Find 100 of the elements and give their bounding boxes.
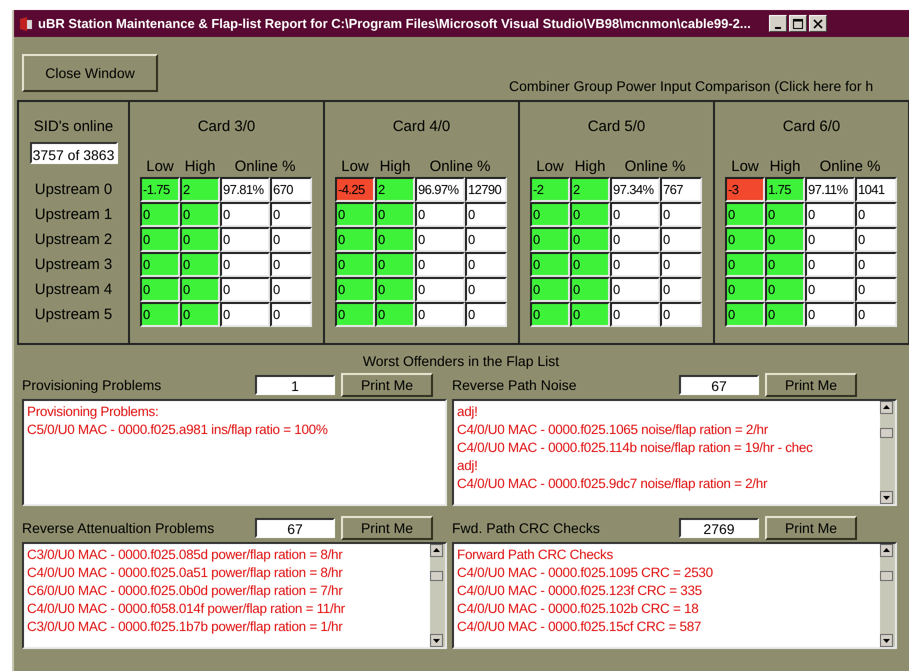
- high-level-cell: 0: [180, 252, 220, 277]
- count-cell: 0: [465, 227, 507, 252]
- column-header: High: [768, 158, 802, 175]
- close-button[interactable]: [808, 15, 827, 32]
- print-button[interactable]: Print Me: [341, 516, 433, 540]
- high-level-cell: 0: [570, 252, 610, 277]
- low-level-cell: 0: [530, 202, 570, 227]
- high-level-cell: 0: [375, 277, 415, 302]
- list-line: C4/0/U0 MAC - 0000.f025.1095 CRC = 2530: [457, 564, 714, 582]
- high-level-cell: 0: [570, 227, 610, 252]
- upstream-label: Upstream 0: [34, 180, 112, 200]
- high-level-cell: 0: [375, 227, 415, 252]
- online-percent-cell: 0: [805, 277, 855, 302]
- upstream-label: Upstream 5: [34, 305, 112, 325]
- minimize-icon: [774, 26, 781, 28]
- scroll-thumb[interactable]: [430, 571, 443, 581]
- list-line: C3/0/U0 MAC - 0000.f025.1b7b power/flap ration = 1/hr: [27, 618, 344, 636]
- online-percent-cell: 97.81%: [220, 177, 270, 202]
- count-cell: 0: [465, 277, 507, 302]
- scrollbar[interactable]: [430, 544, 445, 647]
- online-percent-cell: 0: [610, 252, 660, 277]
- online-percent-cell: 0: [220, 277, 270, 302]
- flap-list[interactable]: [22, 542, 447, 649]
- online-percent-cell: 0: [610, 277, 660, 302]
- scroll-down-icon[interactable]: [880, 491, 893, 504]
- column-header: Low: [730, 158, 760, 175]
- high-level-cell: 2: [570, 177, 610, 202]
- low-level-cell: -2: [530, 177, 570, 202]
- scrollbar[interactable]: [880, 401, 895, 504]
- scroll-thumb[interactable]: [880, 428, 893, 438]
- upstream-label: Upstream 3: [34, 255, 112, 275]
- count-cell: 0: [270, 277, 312, 302]
- scroll-down-icon[interactable]: [430, 634, 443, 647]
- low-level-cell: 0: [530, 227, 570, 252]
- count-cell: 0: [660, 252, 702, 277]
- column-header: High: [378, 158, 412, 175]
- print-button[interactable]: Print Me: [765, 373, 857, 397]
- online-percent-cell: 0: [805, 252, 855, 277]
- scroll-thumb[interactable]: [880, 571, 893, 581]
- high-level-cell: 0: [570, 277, 610, 302]
- list-line: C5/0/U0 MAC - 0000.f025.a981 ins/flap ratio = 100%: [27, 421, 329, 439]
- upstream-label: Upstream 4: [34, 280, 112, 300]
- low-level-cell: 0: [530, 302, 570, 327]
- high-level-cell: 0: [765, 227, 805, 252]
- low-level-cell: 0: [140, 202, 180, 227]
- column-header: High: [574, 158, 606, 175]
- combiner-link[interactable]: Combiner Group Power Input Comparison (Click here for h: [509, 78, 874, 94]
- column-header: Low: [340, 158, 370, 175]
- online-percent-cell: 0: [220, 252, 270, 277]
- low-level-cell: 0: [335, 202, 375, 227]
- low-level-cell: -4.25: [335, 177, 375, 202]
- column-header: Low: [535, 158, 565, 175]
- low-level-cell: 0: [725, 227, 765, 252]
- sids-field: 3757 of 3863: [30, 142, 118, 164]
- count-field: 1: [255, 375, 335, 395]
- flap-list[interactable]: adj! C4/0/U0 MAC - 0000.f025.1065 noise/flap ration = 2/hr C4/0/U0 MAC - 0000.f025.114b noise/flap ration = 19/hr - chec adj! C4/0/U0 MAC - 0000.f025.9dc7 noise/flap ration = 2/hr: [452, 399, 897, 506]
- high-level-cell: 0: [180, 227, 220, 252]
- upstream-label: Upstream 1: [34, 205, 112, 225]
- list-line: Forward Path CRC Checks: [457, 546, 614, 564]
- scroll-up-icon[interactable]: [880, 401, 893, 414]
- flap-list[interactable]: Provisioning Problems: C5/0/U0 MAC - 0000.f025.a981 ins/flap ratio = 100%: [22, 399, 447, 506]
- print-button[interactable]: Print Me: [765, 516, 857, 540]
- minimize-button[interactable]: [768, 15, 787, 32]
- list-line: Provisioning Problems:: [27, 403, 160, 421]
- close-window-button[interactable]: Close Window: [22, 54, 158, 92]
- low-level-cell: -1.75: [140, 177, 180, 202]
- count-cell: 670: [270, 177, 312, 202]
- flap-label: Fwd. Path CRC Checks: [452, 520, 601, 536]
- card-title: Card 6/0: [782, 118, 842, 137]
- high-level-cell: 0: [375, 202, 415, 227]
- low-level-cell: 0: [140, 227, 180, 252]
- high-level-cell: 0: [765, 277, 805, 302]
- print-button[interactable]: Print Me: [341, 373, 433, 397]
- flap-list[interactable]: Forward Path CRC Checks C4/0/U0 MAC - 0000.f025.1095 CRC = 2530 C4/0/U0 MAC - 0000.f025.123f CRC = 335 C4/0/U0 MAC - 0000.f025.102b CRC = 18 C4/0/U0 MAC - 0000.f025.15cf CRC = 587: [452, 542, 897, 649]
- low-level-cell: 0: [335, 252, 375, 277]
- count-cell: 767: [660, 177, 702, 202]
- low-level-cell: 0: [140, 277, 180, 302]
- count-cell: 0: [270, 227, 312, 252]
- count-field: 67: [255, 518, 335, 538]
- scrollbar[interactable]: [880, 544, 895, 647]
- online-percent-cell: 0: [805, 302, 855, 327]
- count-cell: 0: [270, 302, 312, 327]
- flap-label: Provisioning Problems: [22, 377, 162, 393]
- count-cell: 1041: [855, 177, 897, 202]
- count-cell: 0: [270, 202, 312, 227]
- online-percent-cell: 0: [220, 302, 270, 327]
- online-percent-cell: 0: [805, 227, 855, 252]
- low-level-cell: 0: [140, 252, 180, 277]
- high-level-cell: 0: [765, 302, 805, 327]
- high-level-cell: 0: [765, 202, 805, 227]
- list-line: adj!: [457, 403, 479, 421]
- scroll-up-icon[interactable]: [880, 544, 893, 557]
- list-line: C4/0/U0 MAC - 0000.f025.123f CRC = 335: [457, 582, 703, 600]
- low-level-cell: -3: [725, 177, 765, 202]
- count-cell: 0: [465, 302, 507, 327]
- scroll-up-icon[interactable]: [430, 544, 443, 557]
- online-percent-cell: 0: [610, 202, 660, 227]
- maximize-button[interactable]: [788, 15, 807, 32]
- list-line: C4/0/U0 MAC - 0000.f025.9dc7 noise/flap ration = 2/hr: [457, 475, 768, 493]
- scroll-down-icon[interactable]: [880, 634, 893, 647]
